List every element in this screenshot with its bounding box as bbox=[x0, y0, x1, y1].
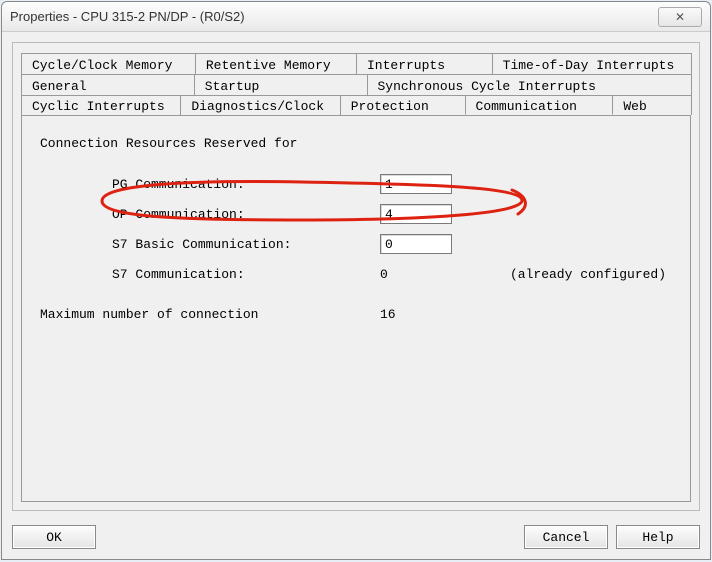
row-max-connections: Maximum number of connection 16 bbox=[40, 307, 672, 322]
ok-button[interactable]: OK bbox=[12, 525, 96, 549]
input-pg-communication[interactable] bbox=[380, 174, 452, 194]
tab-strip: Cycle/Clock Memory Retentive Memory Inte… bbox=[21, 53, 691, 116]
label-s7-communication: S7 Communication: bbox=[40, 267, 380, 282]
row-s7-communication: S7 Communication: 0 (already configured) bbox=[40, 259, 672, 289]
content-frame: Cycle/Clock Memory Retentive Memory Inte… bbox=[12, 42, 700, 511]
tab-retentive-memory[interactable]: Retentive Memory bbox=[195, 53, 357, 74]
label-pg-communication: PG Communication: bbox=[40, 177, 380, 192]
close-icon: ✕ bbox=[675, 10, 685, 24]
tab-communication[interactable]: Communication bbox=[465, 95, 614, 115]
cancel-button[interactable]: Cancel bbox=[524, 525, 608, 549]
input-s7-basic-communication[interactable] bbox=[380, 234, 452, 254]
row-s7-basic-communication: S7 Basic Communication: bbox=[40, 229, 672, 259]
window-title: Properties - CPU 315-2 PN/DP - (R0/S2) bbox=[10, 9, 658, 24]
row-pg-communication: PG Communication: bbox=[40, 169, 672, 199]
properties-dialog: Properties - CPU 315-2 PN/DP - (R0/S2) ✕… bbox=[1, 1, 711, 560]
tab-protection[interactable]: Protection bbox=[340, 95, 466, 115]
tab-time-of-day-interrupts[interactable]: Time-of-Day Interrupts bbox=[492, 53, 692, 74]
titlebar: Properties - CPU 315-2 PN/DP - (R0/S2) ✕ bbox=[2, 2, 710, 32]
help-button[interactable]: Help bbox=[616, 525, 700, 549]
value-max-connections: 16 bbox=[380, 307, 396, 322]
section-heading: Connection Resources Reserved for bbox=[40, 136, 672, 151]
row-op-communication: OP Communication: bbox=[40, 199, 672, 229]
tab-startup[interactable]: Startup bbox=[194, 74, 368, 95]
tab-general[interactable]: General bbox=[21, 74, 195, 95]
tab-cyclic-interrupts[interactable]: Cyclic Interrupts bbox=[21, 95, 181, 115]
tab-diagnostics-clock[interactable]: Diagnostics/Clock bbox=[180, 95, 340, 115]
note-already-configured: (already configured) bbox=[480, 267, 666, 282]
label-s7-basic-communication: S7 Basic Communication: bbox=[40, 237, 380, 252]
tab-web[interactable]: Web bbox=[612, 95, 692, 115]
label-max-connections: Maximum number of connection bbox=[40, 307, 380, 322]
close-button[interactable]: ✕ bbox=[658, 7, 702, 27]
tab-panel-communication: Connection Resources Reserved for PG Com… bbox=[21, 116, 691, 502]
value-s7-communication: 0 bbox=[380, 267, 480, 282]
label-op-communication: OP Communication: bbox=[40, 207, 380, 222]
dialog-buttons: OK Cancel Help bbox=[2, 517, 710, 559]
tab-interrupts[interactable]: Interrupts bbox=[356, 53, 493, 74]
tab-synchronous-cycle-interrupts[interactable]: Synchronous Cycle Interrupts bbox=[367, 74, 693, 95]
input-op-communication[interactable] bbox=[380, 204, 452, 224]
tab-cycle-clock-memory[interactable]: Cycle/Clock Memory bbox=[21, 53, 196, 74]
